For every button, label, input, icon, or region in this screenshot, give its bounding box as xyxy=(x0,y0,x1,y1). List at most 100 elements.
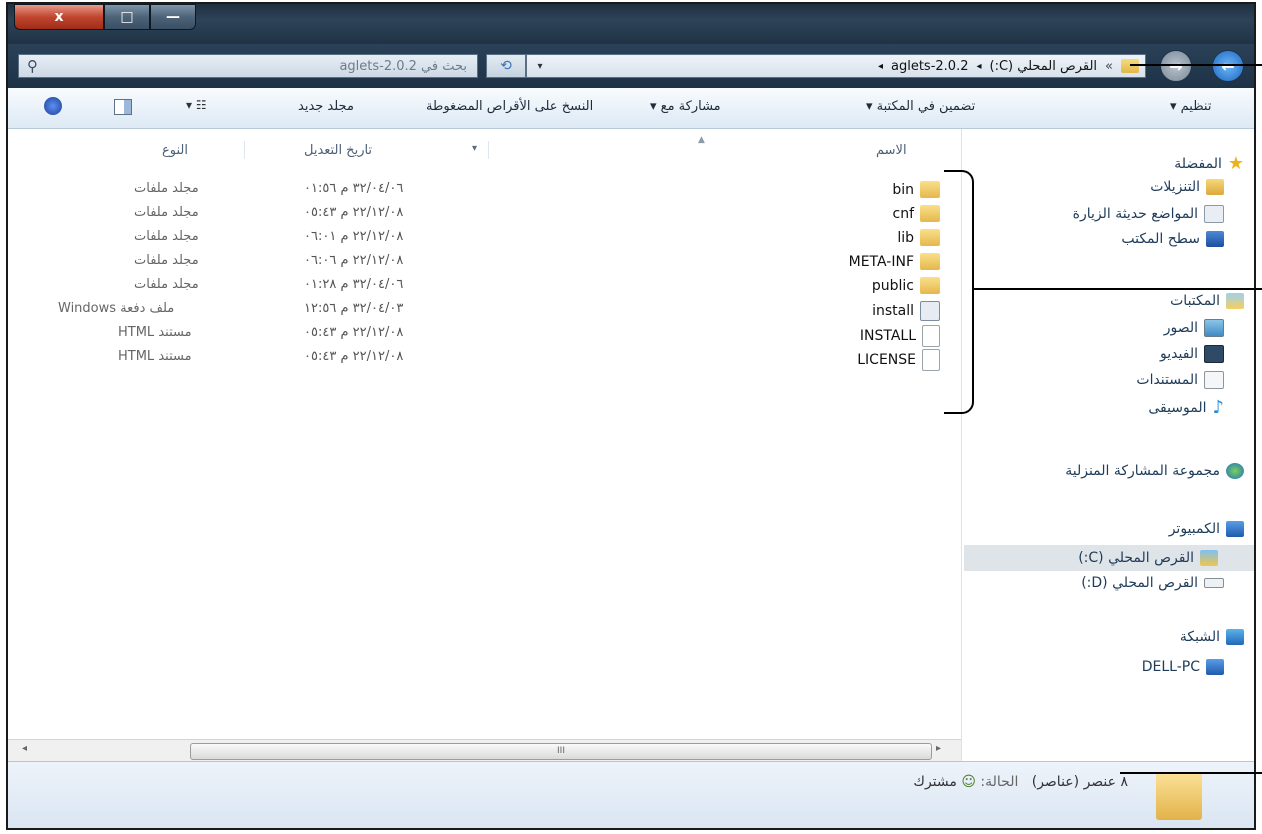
address-dropdown-button[interactable]: ▾ xyxy=(527,61,553,72)
refresh-button[interactable]: ⟲ xyxy=(486,54,526,78)
breadcrumb-separator[interactable]: ◂ xyxy=(976,61,981,72)
file-date: ٢٢/١٢/٠٨ م ٠٦:٠١ xyxy=(304,229,404,244)
nav-libraries[interactable]: المكتبات xyxy=(1170,293,1244,309)
file-type: مجلد ملفات xyxy=(134,205,199,220)
navigation-buttons: → ← xyxy=(1152,48,1254,84)
file-row-license[interactable]: مستند HTML ٢٢/١٢/٠٨ م ٠٥:٤٣ LICENSE xyxy=(8,345,962,371)
file-name-cell[interactable]: INSTALL xyxy=(860,325,940,347)
homegroup-icon xyxy=(1226,463,1244,479)
file-name-cell[interactable]: cnf xyxy=(892,205,940,222)
nav-label: التنزيلات xyxy=(1150,179,1200,195)
scroll-right-button[interactable]: ▸ xyxy=(936,743,941,754)
downloads-icon xyxy=(1206,179,1224,195)
nav-drive-d[interactable]: القرص المحلي (D:) xyxy=(1081,575,1224,591)
file-type: مجلد ملفات xyxy=(134,253,199,268)
file-row-bin[interactable]: مجلد ملفات ٣٢/٠٤/٠٦ م ٠١:٥٦ bin xyxy=(8,177,962,201)
folder-icon xyxy=(920,229,940,246)
horizontal-scrollbar[interactable]: ◂ III ▸ xyxy=(8,739,962,762)
file-name: INSTALL xyxy=(859,328,916,344)
search-icon[interactable]: ⚲ xyxy=(27,57,38,75)
file-name-cell[interactable]: LICENSE xyxy=(857,349,940,371)
new-folder-button[interactable]: مجلد جديد xyxy=(298,99,354,114)
file-type: مجلد ملفات xyxy=(134,181,199,196)
file-list: النوع تاريخ التعديل ▾ ▲ الاسم مجلد ملفات… xyxy=(8,129,962,739)
nav-videos[interactable]: الفيديو xyxy=(1160,345,1224,363)
breadcrumb-item-aglets[interactable]: aglets-2.0.2 xyxy=(891,59,968,74)
scrollbar-grip: III xyxy=(557,746,565,756)
include-in-library-button[interactable]: تضمين في المكتبة ▾ xyxy=(866,99,975,114)
nav-documents[interactable]: المستندات xyxy=(1136,371,1224,389)
nav-label: مجموعة المشاركة المنزلية xyxy=(1065,463,1220,479)
nav-downloads[interactable]: التنزيلات xyxy=(1150,179,1224,195)
file-date: ٣٢/٠٤/٠٣ م ١٢:٥٦ xyxy=(304,301,404,316)
sort-ascending-icon: ▲ xyxy=(698,135,705,145)
nav-label: DELL-PC xyxy=(1141,659,1200,675)
desktop-icon xyxy=(1206,231,1224,247)
nav-computer[interactable]: الكمبيوتر xyxy=(1169,521,1244,537)
command-bar: ▾ ☷ مجلد جديد النسخ على الأقراص المضغوطة… xyxy=(8,88,1254,129)
help-icon[interactable] xyxy=(44,97,62,115)
nav-pictures[interactable]: الصور xyxy=(1164,319,1224,337)
close-button[interactable]: x xyxy=(14,4,104,30)
nav-label: سطح المكتب xyxy=(1121,231,1200,247)
column-header-type[interactable]: النوع xyxy=(162,143,188,158)
nav-label: القرص المحلي (D:) xyxy=(1081,575,1198,591)
organize-button[interactable]: تنظيم ▾ xyxy=(1170,99,1211,114)
nav-label: الصور xyxy=(1163,320,1198,336)
column-header-date[interactable]: تاريخ التعديل xyxy=(304,143,372,158)
nav-music[interactable]: ♪ الموسيقى xyxy=(1148,397,1224,418)
star-icon: ★ xyxy=(1227,153,1244,174)
forward-button[interactable]: → xyxy=(1160,50,1192,82)
share-with-button[interactable]: مشاركة مع ▾ xyxy=(650,99,721,114)
file-name: META-INF xyxy=(848,253,914,270)
nav-favorites[interactable]: ★ المفضلة xyxy=(1174,153,1244,174)
burn-button[interactable]: النسخ على الأقراص المضغوطة xyxy=(426,99,593,114)
folder-icon xyxy=(920,253,940,270)
column-filter-dropdown-icon[interactable]: ▾ xyxy=(472,143,477,154)
nav-drive-c[interactable]: القرص المحلي (C:) xyxy=(964,545,1254,571)
file-name-cell[interactable]: lib xyxy=(897,229,940,246)
local-disk-d-icon xyxy=(1204,578,1224,588)
breadcrumb-separator[interactable]: ◂ xyxy=(878,61,883,72)
state-label: الحالة: xyxy=(980,774,1019,790)
scroll-left-button[interactable]: ◂ xyxy=(22,743,27,754)
nav-homegroup[interactable]: مجموعة المشاركة المنزلية xyxy=(1065,463,1244,479)
libraries-icon xyxy=(1226,293,1244,309)
file-name: lib xyxy=(897,229,914,246)
file-type: مجلد ملفات xyxy=(134,277,199,292)
search-box[interactable]: ⚲ بحث في aglets-2.0.2 xyxy=(18,54,478,78)
file-row-install-batch[interactable]: ملف دفعة Windows ٣٢/٠٤/٠٣ م ١٢:٥٦ instal… xyxy=(8,297,962,321)
file-row-lib[interactable]: مجلد ملفات ٢٢/١٢/٠٨ م ٠٦:٠١ lib xyxy=(8,225,962,249)
file-row-meta-inf[interactable]: مجلد ملفات ٢٢/١٢/٠٨ م ٠٦:٠٦ META-INF xyxy=(8,249,962,273)
maximize-button[interactable]: □ xyxy=(104,4,150,30)
nav-network[interactable]: الشبكة xyxy=(1180,629,1244,645)
file-row-cnf[interactable]: مجلد ملفات ٢٢/١٢/٠٨ م ٠٥:٤٣ cnf xyxy=(8,201,962,225)
scrollbar-thumb[interactable]: III xyxy=(190,743,932,760)
views-dropdown-icon[interactable]: ▾ ☷ xyxy=(186,98,207,112)
search-input[interactable]: بحث في aglets-2.0.2 xyxy=(339,59,467,74)
videos-icon xyxy=(1204,345,1224,363)
file-row-public[interactable]: مجلد ملفات ٣٢/٠٤/٠٦ م ٠١:٢٨ public xyxy=(8,273,962,297)
file-row-install-html[interactable]: مستند HTML ٢٢/١٢/٠٨ م ٠٥:٤٣ INSTALL xyxy=(8,321,962,347)
shared-icon: ☺ xyxy=(961,774,976,790)
column-divider[interactable] xyxy=(488,141,489,159)
minimize-button[interactable]: — xyxy=(150,4,196,30)
file-name: bin xyxy=(892,181,914,198)
file-name-cell[interactable]: install xyxy=(872,301,940,321)
file-name-cell[interactable]: META-INF xyxy=(849,253,940,270)
column-divider[interactable] xyxy=(244,141,245,159)
nav-recent-places[interactable]: المواضع حديثة الزيارة xyxy=(1073,205,1224,223)
preview-pane-icon[interactable] xyxy=(114,99,132,115)
address-bar[interactable]: ▾ » القرص المحلي (C:) ◂ aglets-2.0.2 ◂ xyxy=(526,54,1146,78)
nav-desktop[interactable]: سطح المكتب xyxy=(1121,231,1224,247)
breadcrumb-item-drive-c[interactable]: القرص المحلي (C:) xyxy=(990,59,1098,74)
file-name: cnf xyxy=(892,205,915,222)
nav-dell-pc[interactable]: DELL-PC xyxy=(1142,659,1224,675)
folder-icon xyxy=(920,181,940,198)
back-button[interactable]: ← xyxy=(1212,50,1244,82)
folder-icon xyxy=(920,205,940,222)
column-header-name[interactable]: الاسم xyxy=(876,143,907,158)
file-name-cell[interactable]: bin xyxy=(892,181,940,198)
file-name-cell[interactable]: public xyxy=(872,277,940,294)
breadcrumb-prefix[interactable]: » xyxy=(1105,59,1113,74)
